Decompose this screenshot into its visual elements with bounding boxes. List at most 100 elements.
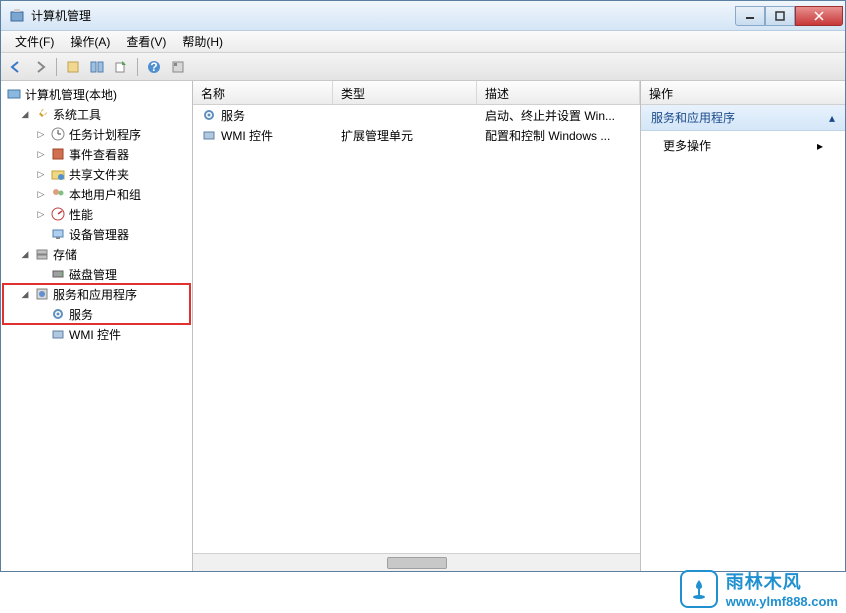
tree-label: 服务和应用程序	[53, 286, 137, 303]
tree-shares[interactable]: ▷ 共享文件夹	[3, 164, 190, 184]
watermark-cn: 雨林木风	[726, 568, 838, 594]
wrench-icon	[34, 106, 50, 122]
collapse-icon[interactable]: ◢	[19, 288, 31, 300]
toolbar-separator	[56, 58, 57, 76]
list-row-services[interactable]: 服务 启动、终止并设置 Win...	[193, 105, 640, 125]
menu-file[interactable]: 文件(F)	[7, 31, 62, 52]
tree-taskscheduler[interactable]: ▷ 任务计划程序	[3, 124, 190, 144]
titlebar: 计算机管理	[1, 1, 845, 31]
col-desc[interactable]: 描述	[477, 81, 640, 104]
expand-icon[interactable]: ▷	[35, 168, 47, 180]
watermark-url: www.ylmf888.com	[726, 594, 838, 609]
expander-empty	[35, 268, 47, 280]
cell-text: 启动、终止并设置 Win...	[477, 107, 640, 124]
collapse-icon[interactable]: ◢	[19, 248, 31, 260]
window-buttons	[735, 6, 843, 26]
highlighted-region: ◢ 服务和应用程序 服务	[3, 284, 190, 324]
watermark-text: 雨林木风 www.ylmf888.com	[726, 568, 838, 609]
tree-label: 本地用户和组	[69, 186, 141, 203]
submenu-arrow-icon: ▸	[817, 139, 823, 153]
menu-help[interactable]: 帮助(H)	[174, 31, 231, 52]
minimize-button[interactable]	[735, 6, 765, 26]
show-hide-icon[interactable]	[62, 56, 84, 78]
book-icon	[50, 146, 66, 162]
wmi-icon	[50, 326, 66, 342]
collapse-arrow-icon: ▴	[829, 111, 835, 125]
refresh-icon[interactable]	[167, 56, 189, 78]
cell-text: 扩展管理单元	[333, 127, 477, 144]
watermark-logo-icon	[680, 570, 718, 608]
actions-header: 操作	[641, 81, 845, 105]
tree-systools[interactable]: ◢ 系统工具	[3, 104, 190, 124]
col-name[interactable]: 名称	[193, 81, 333, 104]
tree-eventviewer[interactable]: ▷ 事件查看器	[3, 144, 190, 164]
tree-label: 任务计划程序	[69, 126, 141, 143]
expand-icon[interactable]: ▷	[35, 188, 47, 200]
tree-localuser[interactable]: ▷ 本地用户和组	[3, 184, 190, 204]
expand-icon[interactable]: ▷	[35, 208, 47, 220]
tree-label: 服务	[69, 306, 93, 323]
help-icon[interactable]: ?	[143, 56, 165, 78]
tree-root[interactable]: 计算机管理(本地)	[3, 84, 190, 104]
cell-text: WMI 控件	[221, 127, 273, 144]
tree-label: 存储	[53, 246, 77, 263]
disk-icon	[50, 266, 66, 282]
storage-icon	[34, 246, 50, 262]
menu-view[interactable]: 查看(V)	[118, 31, 174, 52]
scrollbar-thumb[interactable]	[387, 557, 447, 569]
maximize-button[interactable]	[765, 6, 795, 26]
list-header: 名称 类型 描述	[193, 81, 640, 105]
action-section[interactable]: 服务和应用程序 ▴	[641, 105, 845, 131]
gear-icon	[201, 107, 217, 123]
tree-label: 计算机管理(本地)	[25, 86, 117, 103]
tree-pane[interactable]: 计算机管理(本地) ◢ 系统工具 ▷ 任务计划程序 ▷ 事件查看器 ▷ 共享文件…	[1, 81, 193, 571]
tree-label: 性能	[69, 206, 93, 223]
horizontal-scrollbar[interactable]	[193, 553, 640, 571]
tree-label: 共享文件夹	[69, 166, 129, 183]
tree-perf[interactable]: ▷ 性能	[3, 204, 190, 224]
gear-icon	[50, 306, 66, 322]
cell-text: 配置和控制 Windows ...	[477, 127, 640, 144]
col-type[interactable]: 类型	[333, 81, 477, 104]
menu-action[interactable]: 操作(A)	[62, 31, 118, 52]
tree-svcapp[interactable]: ◢ 服务和应用程序	[3, 284, 190, 304]
window-title: 计算机管理	[31, 7, 735, 24]
tree-storage[interactable]: ◢ 存储	[3, 244, 190, 264]
wmi-icon	[201, 127, 217, 143]
content-area: 计算机管理(本地) ◢ 系统工具 ▷ 任务计划程序 ▷ 事件查看器 ▷ 共享文件…	[1, 81, 845, 571]
tree-diskmgmt[interactable]: 磁盘管理	[3, 264, 190, 284]
computer-icon	[6, 86, 22, 102]
tree-devmgr[interactable]: 设备管理器	[3, 224, 190, 244]
expander-empty	[35, 228, 47, 240]
clock-icon	[50, 126, 66, 142]
action-section-label: 服务和应用程序	[651, 109, 735, 126]
export-icon[interactable]	[110, 56, 132, 78]
tree-label: 设备管理器	[69, 226, 129, 243]
tree-label: WMI 控件	[69, 326, 121, 343]
window: 计算机管理 文件(F) 操作(A) 查看(V) 帮助(H) ? 计算机管理(本地…	[0, 0, 846, 572]
services-group-icon	[34, 286, 50, 302]
action-item-label: 更多操作	[663, 137, 711, 154]
actions-pane: 操作 服务和应用程序 ▴ 更多操作 ▸	[641, 81, 845, 571]
expand-icon[interactable]: ▷	[35, 128, 47, 140]
collapse-icon[interactable]: ◢	[19, 108, 31, 120]
watermark: 雨林木风 www.ylmf888.com	[680, 568, 838, 609]
close-button[interactable]	[795, 6, 843, 26]
toolbar: ?	[1, 53, 845, 81]
folder-share-icon	[50, 166, 66, 182]
back-button[interactable]	[5, 56, 27, 78]
expand-icon[interactable]: ▷	[35, 148, 47, 160]
tree-wmi[interactable]: WMI 控件	[3, 324, 190, 344]
properties-icon[interactable]	[86, 56, 108, 78]
list-row-wmi[interactable]: WMI 控件 扩展管理单元 配置和控制 Windows ...	[193, 125, 640, 145]
perf-icon	[50, 206, 66, 222]
tree-label: 磁盘管理	[69, 266, 117, 283]
cell-text: 服务	[221, 107, 245, 124]
list-body[interactable]: 服务 启动、终止并设置 Win... WMI 控件 扩展管理单元 配置和控制 W…	[193, 105, 640, 553]
tree-services[interactable]: 服务	[3, 304, 190, 324]
users-icon	[50, 186, 66, 202]
app-icon	[9, 8, 25, 24]
forward-button[interactable]	[29, 56, 51, 78]
menubar: 文件(F) 操作(A) 查看(V) 帮助(H)	[1, 31, 845, 53]
action-more[interactable]: 更多操作 ▸	[641, 131, 845, 160]
